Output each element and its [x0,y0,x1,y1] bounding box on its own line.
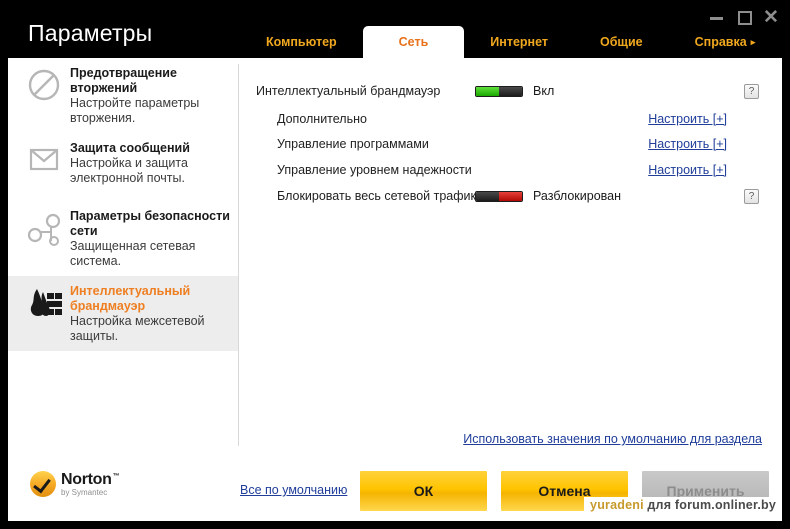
toggle-fill-off [476,191,499,201]
chevron-right-icon: ▸ [750,36,756,47]
toggle-state-label: Разблокирован [533,189,622,203]
brand-subtitle: by Symantec [61,487,108,497]
section-defaults-link[interactable]: Использовать значения по умолчанию для р… [463,432,762,446]
page-title: Параметры [28,20,153,46]
all-defaults-link[interactable]: Все по умолчанию [240,483,347,497]
tab-label: Сеть [398,35,429,49]
maximize-icon[interactable] [735,8,753,26]
tab-label: Интернет [490,35,548,49]
minimize-icon[interactable] [708,8,726,26]
help-icon[interactable]: ? [744,188,759,204]
tab-help[interactable]: Справка ▸ [669,26,782,58]
configure-link-program-control[interactable]: Настроить [+] [648,137,727,151]
toggle-fill-off [499,86,522,96]
toggle-fill-on [499,191,522,201]
setting-row-block-all-traffic: Блокировать весь сетевой трафик Разблоки… [239,183,782,209]
setting-label: Интеллектуальный брандмауэр [256,84,441,98]
ok-button[interactable]: ОК [360,471,487,511]
norton-logo: Norton by Symantec [30,471,118,497]
no-entry-icon [18,65,70,119]
norton-wordmark: Norton by Symantec [61,471,118,497]
watermark-source: для forum.onliner.by [643,498,776,512]
title-bar: Параметры ✕ Компьютер Сеть Интернет Общи… [0,0,790,58]
tab-label: Компьютер [266,35,337,49]
sidebar-item-network-security[interactable]: Параметры безопасности сети Защищенная с… [8,201,238,276]
sidebar-item-title: Параметры безопасности сети [70,209,230,238]
tab-computer[interactable]: Компьютер [240,26,363,58]
sidebar-item-title: Интеллектуальный брандмауэр [70,284,191,313]
sidebar-item-desc: Защищенная сетевая система. [70,239,196,268]
setting-label: Управление программами [277,137,429,151]
sidebar-item-title: Предотвращение вторжений [70,66,177,95]
sidebar-item-text: Предотвращение вторжений Настройте парам… [70,65,230,126]
sidebar: Предотвращение вторжений Настройте парам… [8,58,238,461]
setting-row-program-control: Управление программами Настроить [+] [239,131,782,157]
tab-label: Справка [694,35,747,49]
envelope-icon [18,140,70,194]
network-nodes-icon [18,208,70,262]
tab-bar: Компьютер Сеть Интернет Общие Справка ▸ [240,26,781,58]
tab-general[interactable]: Общие [574,26,669,58]
tab-network[interactable]: Сеть [362,26,465,58]
norton-checkmark-icon [30,471,56,497]
sidebar-item-desc: Настройте параметры вторжения. [70,96,200,125]
close-icon[interactable]: ✕ [762,8,780,27]
sidebar-item-text: Параметры безопасности сети Защищенная с… [70,208,230,269]
setting-label: Блокировать весь сетевой трафик [277,189,476,203]
settings-content: Интеллектуальный брандмауэр Вкл ? Дополн… [239,58,782,461]
tab-internet[interactable]: Интернет [464,26,574,58]
firewall-flame-icon [18,283,70,337]
watermark-user: yuradeni [590,498,644,512]
setting-row-trust-control: Управление уровнем надежности Настроить … [239,157,782,183]
setting-row-advanced: Дополнительно Настроить [+] [239,106,782,132]
settings-window: Параметры ✕ Компьютер Сеть Интернет Общи… [0,0,790,529]
brand-name: Norton [61,471,118,488]
setting-row-smart-firewall: Интеллектуальный брандмауэр Вкл ? [239,78,782,104]
toggle-smart-firewall[interactable] [475,85,523,97]
sidebar-item-desc: Настройка межсетевой защиты. [70,314,205,343]
sidebar-item-desc: Настройка и защита электронной почты. [70,156,188,185]
sidebar-item-text: Защита сообщений Настройка и защита элек… [70,140,230,186]
configure-link-advanced[interactable]: Настроить [+] [648,112,727,126]
setting-label: Дополнительно [277,112,367,126]
sidebar-item-text: Интеллектуальный брандмауэр Настройка ме… [70,283,230,344]
toggle-block-all-traffic[interactable] [475,190,523,202]
tab-label: Общие [599,35,643,49]
main-panel: Предотвращение вторжений Настройте парам… [8,58,782,461]
toggle-fill-on [476,86,499,96]
toggle-state-label: Вкл [533,84,555,98]
setting-label: Управление уровнем надежности [277,163,472,177]
window-controls: ✕ [708,8,780,27]
watermark: yuradeni для forum.onliner.by [584,497,782,514]
sidebar-item-intrusion-prevention[interactable]: Предотвращение вторжений Настройте парам… [8,58,238,133]
sidebar-item-message-protection[interactable]: Защита сообщений Настройка и защита элек… [8,133,238,201]
sidebar-item-smart-firewall[interactable]: Интеллектуальный брандмауэр Настройка ме… [8,276,238,351]
sidebar-item-title: Защита сообщений [70,141,190,155]
configure-link-trust-control[interactable]: Настроить [+] [648,163,727,177]
help-icon[interactable]: ? [744,83,759,99]
